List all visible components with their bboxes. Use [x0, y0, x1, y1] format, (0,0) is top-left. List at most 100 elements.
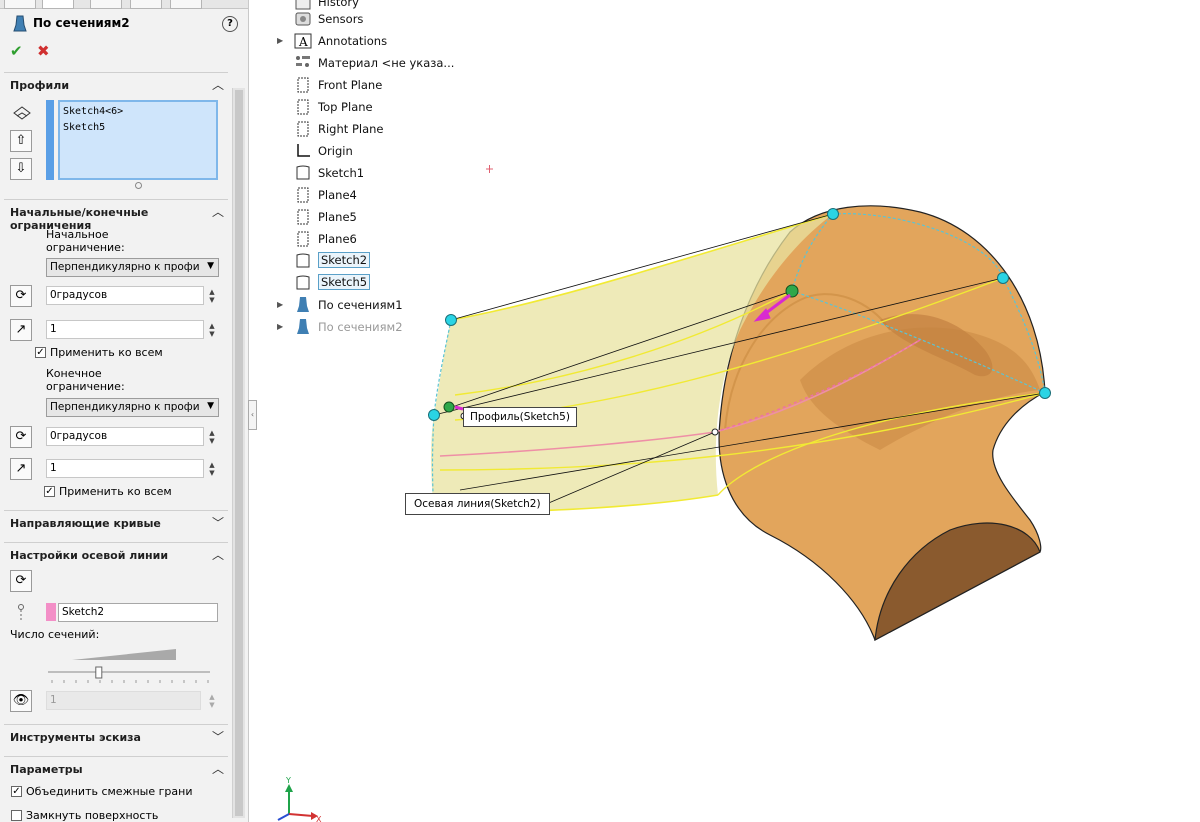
- chevron-up-icon[interactable]: ︿: [212, 76, 224, 93]
- property-manager-scrollbar[interactable]: [232, 88, 245, 818]
- merge-tangent-faces-checkbox[interactable]: ✓: [11, 786, 22, 797]
- resize-grip[interactable]: [135, 182, 142, 189]
- move-up-button[interactable]: ⇧: [10, 130, 32, 152]
- start-constraint-label-2: ограничение:: [46, 241, 125, 254]
- triad-x-label: X: [316, 815, 322, 822]
- profile-item[interactable]: Sketch5: [63, 120, 213, 136]
- section-profiles[interactable]: Профили ︿: [4, 72, 228, 95]
- tab-property-manager[interactable]: [42, 0, 74, 9]
- connector-handle: [445, 314, 457, 326]
- start-length-input[interactable]: 1: [46, 320, 204, 339]
- centerline-point: [711, 428, 719, 436]
- reverse-direction-button[interactable]: ⟳: [10, 285, 32, 307]
- centerline-callout[interactable]: Осевая линия(Sketch2): [405, 493, 550, 515]
- tree-item-label: Sensors: [318, 12, 364, 26]
- merge-tangent-faces-label: Объединить смежные грани: [26, 785, 193, 798]
- loft-icon: [297, 297, 309, 312]
- loft-feature-icon: [13, 15, 27, 32]
- connector-handle: [428, 409, 440, 421]
- tab-dimxpert[interactable]: [130, 0, 162, 9]
- material-icon: [296, 56, 310, 67]
- connector-handle: [1039, 387, 1051, 399]
- section-sketch-tools-label: Инструменты эскиза: [10, 731, 141, 744]
- section-profiles-label: Профили: [10, 79, 70, 92]
- help-icon[interactable]: ?: [222, 16, 238, 32]
- profile-selection-color: [46, 100, 54, 180]
- sections-count-label: Число сечений:: [10, 628, 100, 641]
- chevron-up-icon[interactable]: ︿: [212, 203, 224, 220]
- chevron-up-icon[interactable]: ︿: [212, 760, 224, 777]
- triad-y-label: Y: [285, 776, 291, 785]
- tab-feature-manager[interactable]: [4, 0, 36, 9]
- close-loft-label: Замкнуть поверхность: [26, 809, 159, 822]
- section-centerline[interactable]: Настройки осевой линии ︿: [4, 542, 228, 565]
- slider-thumb: [95, 666, 103, 679]
- sketch-icon: [296, 253, 310, 268]
- plane-icon: [297, 99, 309, 115]
- end-constraint-label-1: Конечное: [46, 367, 102, 380]
- graphics-viewport[interactable]: Y X: [249, 0, 1200, 822]
- profile-callout[interactable]: Профиль(Sketch5): [463, 407, 577, 427]
- sketch-icon: [296, 275, 310, 290]
- end-angle-input[interactable]: 0градусов: [46, 427, 204, 446]
- spin-arrows-icon[interactable]: ▲ ▼: [206, 288, 218, 304]
- profile-icon: [13, 106, 31, 120]
- start-constraint-select[interactable]: Перпендикулярно к профи ▼: [46, 258, 219, 277]
- sections-slider[interactable]: [48, 646, 214, 686]
- plane-icon: [297, 121, 309, 137]
- tree-item-label: Top Plane: [318, 100, 373, 114]
- move-down-button[interactable]: ⇩: [10, 158, 32, 180]
- section-guide-curves[interactable]: Направляющие кривые ﹀: [4, 510, 228, 533]
- tree-item-label: Sketch1: [318, 166, 365, 180]
- chevron-down-icon[interactable]: ﹀: [212, 514, 224, 531]
- connector-handle: [997, 272, 1009, 284]
- close-loft-checkbox[interactable]: [11, 810, 22, 821]
- spin-arrows-icon[interactable]: ▲ ▼: [206, 322, 218, 338]
- centerline-color: [46, 603, 56, 621]
- section-options[interactable]: Параметры ︿: [4, 756, 228, 779]
- end-constraint-value: Перпендикулярно к профи: [50, 401, 200, 413]
- chevron-down-icon[interactable]: ﹀: [212, 728, 224, 745]
- tab-display-manager[interactable]: [170, 0, 202, 9]
- expand-arrow-icon[interactable]: ▶: [277, 300, 283, 309]
- sensors-icon: [295, 12, 311, 26]
- end-apply-all-checkbox[interactable]: ✓: [44, 486, 55, 497]
- section-sketch-tools[interactable]: Инструменты эскиза ﹀: [4, 724, 228, 747]
- plane-icon: [297, 209, 309, 225]
- chevron-up-icon[interactable]: ︿: [212, 546, 224, 563]
- start-angle-input[interactable]: 0градусов: [46, 286, 204, 305]
- connector-handle: [827, 208, 839, 220]
- tab-configuration-manager[interactable]: [90, 0, 122, 9]
- end-length-input[interactable]: 1: [46, 459, 204, 478]
- start-constraint-label-1: Начальное: [46, 228, 109, 241]
- plane-icon: [297, 231, 309, 247]
- cancel-x-icon[interactable]: ✖: [37, 42, 50, 60]
- show-preview-eye-icon[interactable]: 👁: [10, 690, 32, 712]
- origin-marker: [486, 165, 493, 173]
- expand-arrow-icon[interactable]: ▶: [277, 36, 283, 45]
- end-constraint-label-2: ограничение:: [46, 380, 125, 393]
- coordinate-triad: Y X: [277, 776, 322, 822]
- property-manager: По сечениям2 ? ✔ ✖ Профили ︿ ⇧ ⇩ Sketch4…: [0, 0, 249, 822]
- reverse-direction-button[interactable]: ⟳: [10, 570, 32, 592]
- section-start-end-constraints[interactable]: Начальные/конечные ограничения ︿: [4, 199, 228, 232]
- ok-check-icon[interactable]: ✔: [10, 42, 23, 60]
- tree-item-label: Plane5: [318, 210, 357, 224]
- tree-item-label: Sketch2: [318, 252, 371, 268]
- start-apply-all-checkbox[interactable]: ✓: [35, 347, 46, 358]
- tree-item-label: Plane4: [318, 188, 357, 202]
- tree-item-label: Материал <не указа...: [318, 56, 455, 70]
- spin-arrows-icon[interactable]: ▲ ▼: [206, 429, 218, 445]
- end-handle: [443, 401, 455, 413]
- start-constraint-value: Перпендикулярно к профи: [50, 261, 200, 273]
- reverse-direction-button[interactable]: ⟳: [10, 426, 32, 448]
- spin-arrows-icon: ▲ ▼: [209, 693, 215, 709]
- profiles-listbox[interactable]: Sketch4<6> Sketch5: [58, 100, 218, 180]
- spin-arrows-icon[interactable]: ▲ ▼: [206, 461, 218, 477]
- profile-item[interactable]: Sketch4<6>: [63, 104, 213, 120]
- expand-arrow-icon[interactable]: ▶: [277, 322, 283, 331]
- end-constraint-select[interactable]: Перпендикулярно к профи ▼: [46, 398, 219, 417]
- centerline-sketch-field[interactable]: Sketch2: [58, 603, 218, 622]
- sketch-icon: [296, 165, 310, 180]
- tree-item-label: Annotations: [318, 34, 388, 48]
